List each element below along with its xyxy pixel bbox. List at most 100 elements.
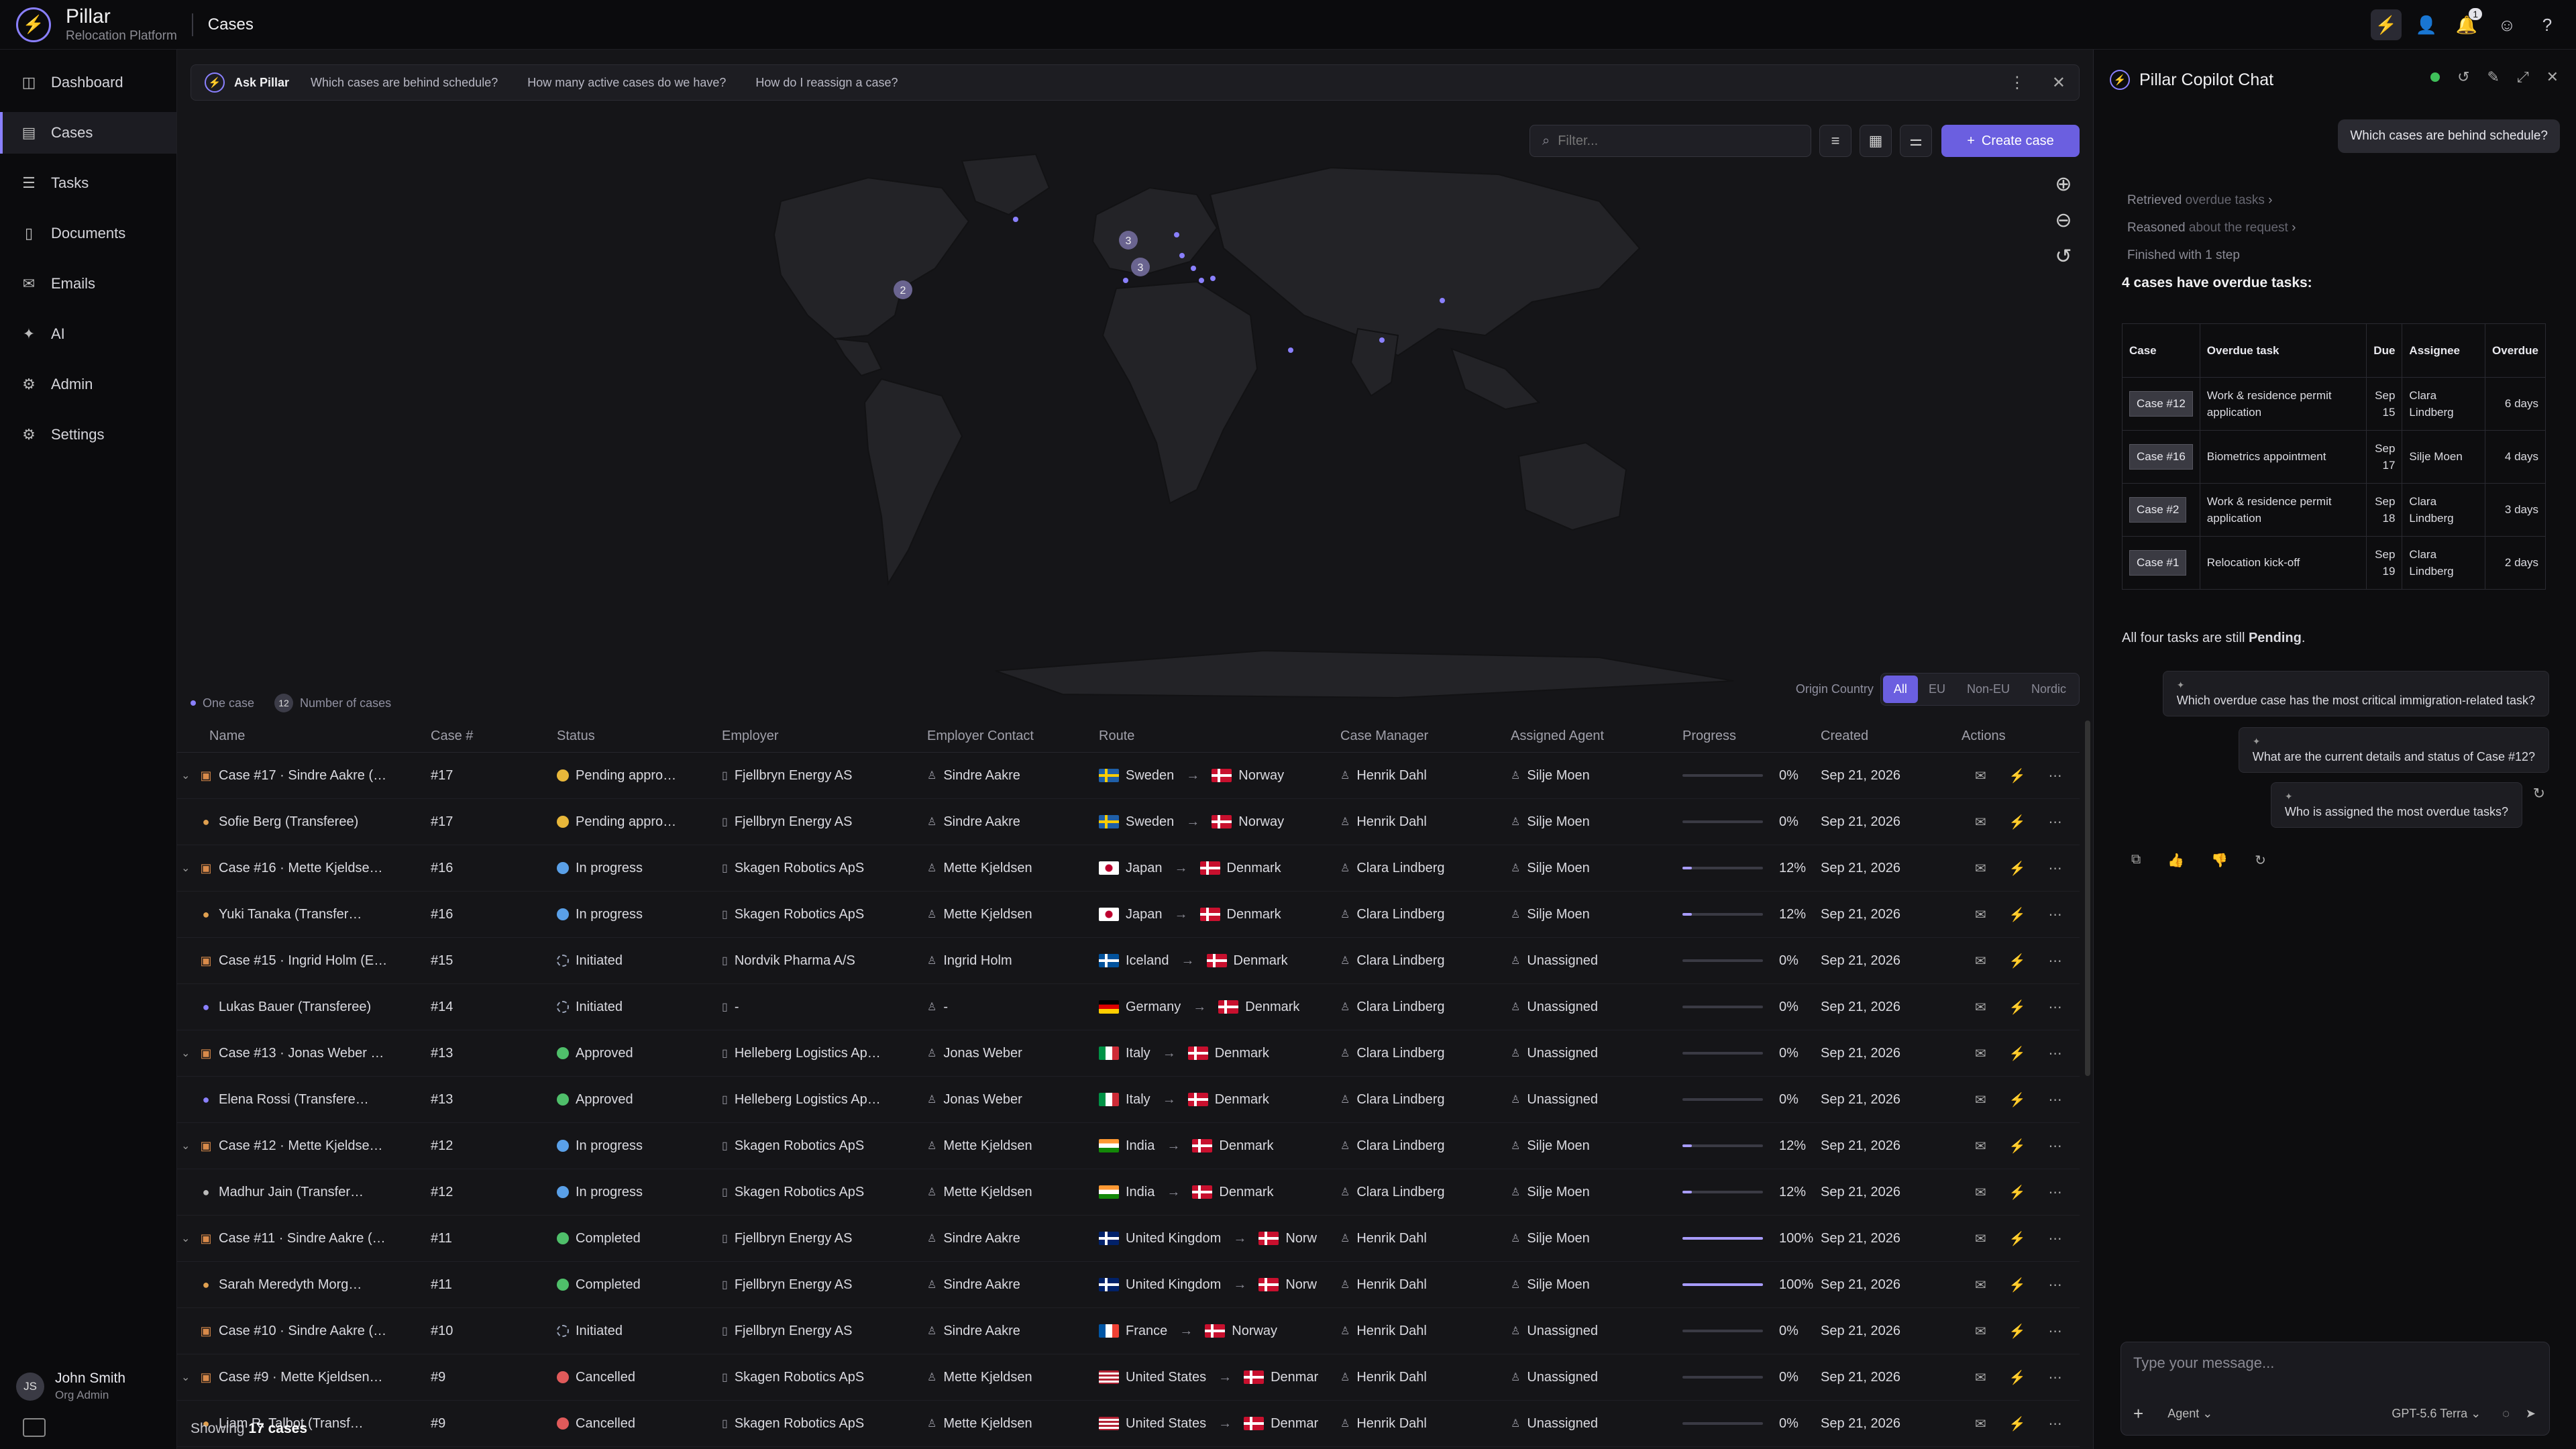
case-map[interactable]: 3 3 2 ⌕ ≡ ▦ ⚌ + Create case ⊕ ⊖ ↺ One cas… bbox=[191, 114, 2080, 718]
column-header-actions[interactable]: Actions bbox=[1962, 729, 2080, 744]
origin-option-eu[interactable]: EU bbox=[1918, 676, 1956, 703]
mode-select[interactable]: Agent ⌄ bbox=[2167, 1407, 2212, 1421]
pillar-logo-icon[interactable]: ⚡ bbox=[16, 7, 51, 42]
email-action-icon[interactable]: ✉ bbox=[1975, 1369, 1986, 1386]
model-select[interactable]: GPT-5.6 Terra ⌄ bbox=[2392, 1407, 2481, 1421]
suggested-question[interactable]: ✦ Who is assigned the most overdue tasks? bbox=[2270, 782, 2522, 828]
column-header-case-[interactable]: Case # bbox=[423, 729, 557, 744]
ai-action-icon[interactable]: ⚡ bbox=[2009, 1138, 2026, 1155]
feedback-smile-icon[interactable]: ☺ bbox=[2491, 9, 2522, 40]
row-name[interactable]: Case #13 · Jonas Weber … bbox=[219, 1046, 384, 1061]
case-chip[interactable]: Case #1 bbox=[2129, 550, 2187, 576]
table-row[interactable]: ⌄ ▣ Case #16 · Mette Kjeldse… #16 In progres… bbox=[177, 845, 2080, 892]
email-action-icon[interactable]: ✉ bbox=[1975, 1230, 1986, 1247]
email-action-icon[interactable]: ✉ bbox=[1975, 1138, 1986, 1155]
table-row[interactable]: ● Madhur Jain (Transfer… #12 In progress ▯ Sk… bbox=[177, 1169, 2080, 1216]
user-switch-icon[interactable]: 👤 bbox=[2411, 9, 2442, 40]
chevron-down-icon[interactable]: ⌄ bbox=[181, 861, 197, 875]
table-row[interactable]: ▣ Case #15 · Ingrid Holm (E… #15 Initiated ▯… bbox=[177, 938, 2080, 984]
thumbs-down-icon[interactable]: 👎 bbox=[2211, 852, 2228, 869]
column-header-assigned-agent[interactable]: Assigned Agent bbox=[1511, 729, 1682, 744]
table-row[interactable]: ● Yuki Tanaka (Transfer… #16 In progress ▯ Sk… bbox=[177, 892, 2080, 938]
table-row[interactable]: ● Sarah Meredyth Morg… #11 Completed ▯ Fjellb… bbox=[177, 1262, 2080, 1308]
more-actions-icon[interactable]: ⋯ bbox=[2049, 1415, 2062, 1432]
more-actions-icon[interactable]: ⋯ bbox=[2049, 1184, 2062, 1201]
row-name[interactable]: Yuki Tanaka (Transfer… bbox=[219, 907, 362, 922]
ask-suggestion[interactable]: How many active cases do we have? bbox=[527, 76, 726, 90]
more-actions-icon[interactable]: ⋯ bbox=[2049, 999, 2062, 1016]
row-name[interactable]: Case #15 · Ingrid Holm (E… bbox=[219, 953, 387, 969]
email-action-icon[interactable]: ✉ bbox=[1975, 814, 1986, 830]
column-header-case-manager[interactable]: Case Manager bbox=[1340, 729, 1511, 744]
column-header-employer-contact[interactable]: Employer Contact bbox=[927, 729, 1099, 744]
email-action-icon[interactable]: ✉ bbox=[1975, 767, 1986, 784]
ask-suggestion[interactable]: How do I reassign a case? bbox=[755, 76, 898, 90]
ai-action-icon[interactable]: ⚡ bbox=[2009, 953, 2026, 969]
sidebar-item-settings[interactable]: ⚙ Settings bbox=[0, 414, 176, 455]
suggested-question[interactable]: ✦ What are the current details and status… bbox=[2238, 727, 2549, 773]
ai-action-icon[interactable]: ⚡ bbox=[2009, 860, 2026, 877]
chevron-down-icon[interactable]: ⌄ bbox=[181, 1046, 197, 1060]
origin-option-all[interactable]: All bbox=[1882, 676, 1918, 703]
ai-action-icon[interactable]: ⚡ bbox=[2009, 999, 2026, 1016]
close-icon[interactable]: ✕ bbox=[2052, 73, 2065, 93]
email-action-icon[interactable]: ✉ bbox=[1975, 1184, 1986, 1201]
collapse-sidebar-icon[interactable] bbox=[23, 1418, 46, 1437]
origin-option-non-eu[interactable]: Non-EU bbox=[1956, 676, 2021, 703]
attach-plus-icon[interactable]: + bbox=[2133, 1403, 2143, 1424]
row-name[interactable]: Madhur Jain (Transfer… bbox=[219, 1185, 364, 1200]
column-header-name[interactable]: Name bbox=[177, 729, 423, 744]
thumbs-up-icon[interactable]: 👍 bbox=[2167, 852, 2184, 869]
row-name[interactable]: Case #10 · Sindre Aakre (… bbox=[219, 1324, 386, 1339]
case-chip[interactable]: Case #12 bbox=[2129, 391, 2193, 417]
email-action-icon[interactable]: ✉ bbox=[1975, 1091, 1986, 1108]
email-action-icon[interactable]: ✉ bbox=[1975, 1415, 1986, 1432]
more-options-icon[interactable]: ⋮ bbox=[2009, 73, 2025, 93]
ai-action-icon[interactable]: ⚡ bbox=[2009, 1045, 2026, 1062]
expand-icon[interactable]: ⤢ bbox=[2517, 68, 2529, 86]
ai-action-icon[interactable]: ⚡ bbox=[2009, 906, 2026, 923]
help-icon[interactable]: ? bbox=[2532, 9, 2563, 40]
row-name[interactable]: Sofie Berg (Transferee) bbox=[219, 814, 358, 830]
sidebar-item-cases[interactable]: ▤ Cases bbox=[0, 112, 176, 154]
ai-action-icon[interactable]: ⚡ bbox=[2009, 814, 2026, 830]
chevron-down-icon[interactable]: ⌄ bbox=[181, 1371, 197, 1384]
more-actions-icon[interactable]: ⋯ bbox=[2049, 1323, 2062, 1340]
table-row[interactable]: ▣ Case #10 · Sindre Aakre (… #10 Initiated ▯… bbox=[177, 1308, 2080, 1354]
more-actions-icon[interactable]: ⋯ bbox=[2049, 1369, 2062, 1386]
reasoning-step[interactable]: Reasoned about the request › bbox=[2127, 214, 2296, 241]
ai-action-icon[interactable]: ⚡ bbox=[2009, 1323, 2026, 1340]
ai-action-icon[interactable]: ⚡ bbox=[2009, 1091, 2026, 1108]
column-header-status[interactable]: Status bbox=[557, 729, 722, 744]
column-header-route[interactable]: Route bbox=[1099, 729, 1340, 744]
zoom-in-icon[interactable]: ⊕ bbox=[2047, 168, 2080, 200]
row-name[interactable]: Elena Rossi (Transfere… bbox=[219, 1092, 369, 1108]
table-row[interactable]: ⌄ ▣ Case #17 · Sindre Aakre (… #17 Pending a… bbox=[177, 753, 2080, 799]
case-chip[interactable]: Case #16 bbox=[2129, 444, 2193, 470]
email-action-icon[interactable]: ✉ bbox=[1975, 999, 1986, 1016]
settings-sliders-icon[interactable]: ⚌ bbox=[1900, 125, 1932, 157]
more-actions-icon[interactable]: ⋯ bbox=[2049, 1230, 2062, 1247]
ask-suggestion[interactable]: Which cases are behind schedule? bbox=[311, 76, 498, 90]
more-actions-icon[interactable]: ⋯ bbox=[2049, 814, 2062, 830]
send-icon[interactable]: ➤ bbox=[2526, 1407, 2536, 1421]
row-name[interactable]: Case #11 · Sindre Aakre (… bbox=[219, 1231, 386, 1246]
message-input[interactable] bbox=[2133, 1354, 2536, 1372]
column-header-employer[interactable]: Employer bbox=[722, 729, 927, 744]
case-chip[interactable]: Case #2 bbox=[2129, 497, 2187, 523]
user-profile[interactable]: JS John Smith Org Admin bbox=[16, 1371, 125, 1402]
more-actions-icon[interactable]: ⋯ bbox=[2049, 767, 2062, 784]
column-header-progress[interactable]: Progress bbox=[1682, 729, 1821, 744]
table-row[interactable]: ● Lukas Bauer (Transferee) #14 Initiated ▯ - ♙… bbox=[177, 984, 2080, 1030]
email-action-icon[interactable]: ✉ bbox=[1975, 1277, 1986, 1293]
row-name[interactable]: Case #9 · Mette Kjeldsen… bbox=[219, 1370, 383, 1385]
more-actions-icon[interactable]: ⋯ bbox=[2049, 1091, 2062, 1108]
row-name[interactable]: Lukas Bauer (Transferee) bbox=[219, 1000, 371, 1015]
row-name[interactable]: Case #16 · Mette Kjeldse… bbox=[219, 861, 383, 876]
suggested-question[interactable]: ✦ Which overdue case has the most critica… bbox=[2162, 671, 2549, 716]
email-action-icon[interactable]: ✉ bbox=[1975, 953, 1986, 969]
ai-action-icon[interactable]: ⚡ bbox=[2009, 1369, 2026, 1386]
table-row[interactable]: ● Liam R. Talbot (Transf… #9 Cancelled ▯ Skag… bbox=[177, 1401, 2080, 1447]
copy-icon[interactable]: ⧉ bbox=[2131, 852, 2141, 869]
create-case-button[interactable]: + Create case bbox=[1941, 125, 2080, 157]
